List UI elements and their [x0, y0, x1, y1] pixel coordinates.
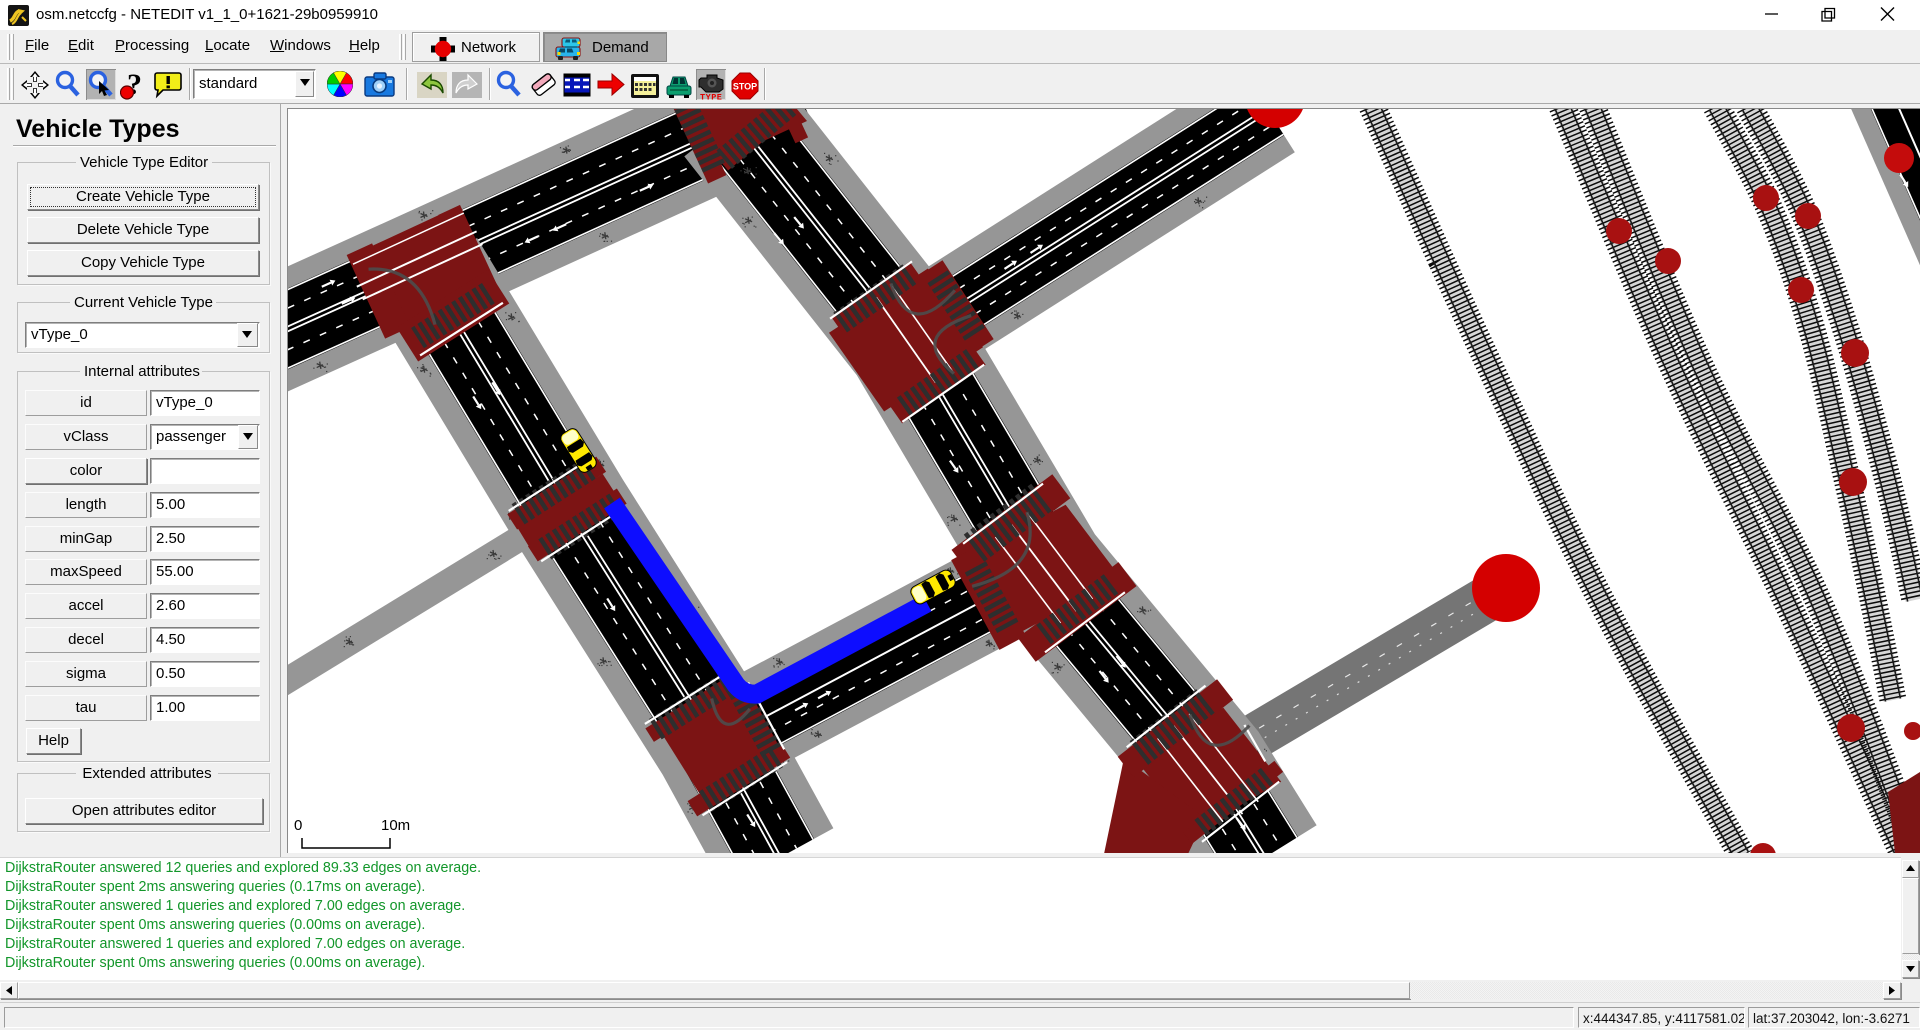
svg-text:10m: 10m	[381, 817, 410, 834]
svg-text:STOP: STOP	[733, 82, 757, 92]
svg-text:0: 0	[294, 817, 302, 834]
svg-text:TYPE: TYPE	[700, 93, 722, 101]
